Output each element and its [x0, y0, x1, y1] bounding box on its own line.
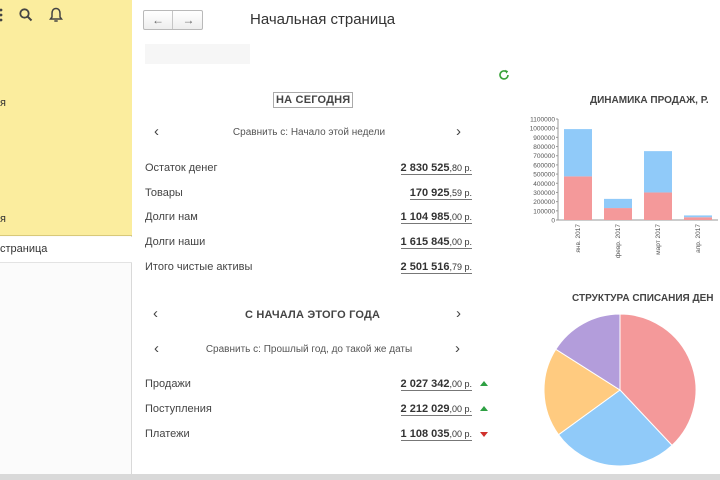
today-next-chevron-icon[interactable]: › — [456, 124, 461, 140]
forward-button[interactable]: → — [174, 11, 203, 29]
sidebar: я я страница — [0, 0, 132, 480]
value-decimal: ,00 р. — [449, 429, 472, 439]
y-tick-label: 600000 — [533, 162, 555, 169]
bar-segment[interactable] — [604, 208, 632, 220]
bar-segment[interactable] — [684, 217, 712, 220]
row-label: Долги нам — [145, 211, 198, 223]
y-tick-label: 300000 — [533, 190, 555, 197]
value-integer: 1 108 035 — [400, 428, 450, 440]
trend-up-icon — [480, 406, 488, 411]
y-tick-label: 400000 — [533, 181, 555, 188]
value-integer: 170 925 — [409, 187, 450, 199]
bottom-scroll-strip — [0, 474, 720, 480]
value-integer: 2 830 525 — [400, 162, 450, 174]
value-decimal: ,80 р. — [449, 163, 472, 173]
sidebar-tab-label: страница — [0, 243, 48, 255]
bar-segment[interactable] — [604, 198, 632, 209]
menu-icon[interactable] — [0, 6, 14, 24]
sidebar-section-label[interactable]: я — [0, 213, 6, 225]
x-tick-label: апр. 2017 — [695, 224, 702, 253]
value-decimal: ,00 р. — [449, 212, 472, 222]
y-tick-label: 800000 — [533, 144, 555, 151]
y-tick-label: 1100000 — [530, 117, 555, 124]
today-section-title[interactable]: НА СЕГОДНЯ — [273, 92, 354, 108]
trend-down-icon — [480, 432, 488, 437]
row-label: Долги наши — [145, 236, 206, 248]
history-nav: ← → — [143, 10, 203, 30]
bar-segment[interactable] — [644, 192, 672, 220]
value-decimal: ,79 р. — [449, 262, 472, 272]
row-label: Продажи — [145, 378, 191, 390]
row-label: Поступления — [145, 403, 212, 415]
page-title: Начальная страница — [250, 11, 396, 28]
bar-segment[interactable] — [684, 215, 712, 218]
trend-up-icon — [480, 381, 488, 386]
bar-segment[interactable] — [644, 151, 672, 193]
value-integer: 2 027 342 — [400, 378, 450, 390]
x-tick-label: янв. 2017 — [575, 224, 582, 253]
sidebar-section-label[interactable]: я — [0, 97, 6, 109]
search-icon[interactable] — [17, 6, 35, 24]
y-tick-label: 500000 — [533, 172, 555, 179]
x-tick-label: февр. 2017 — [615, 224, 622, 258]
y-tick-label: 100000 — [533, 208, 555, 215]
value-decimal: ,00 р. — [449, 237, 472, 247]
value-integer: 1 104 985 — [400, 211, 450, 223]
value-integer: 1 615 845 — [400, 236, 450, 248]
placeholder-bar — [145, 44, 250, 64]
year-compare-prev-chevron-icon[interactable]: ‹ — [154, 341, 159, 357]
y-tick-label: 900000 — [533, 135, 555, 142]
y-tick-label: 200000 — [533, 199, 555, 206]
y-tick-label: 1000000 — [530, 126, 556, 133]
app-window: я я страница ← → Начальная страница НА С… — [0, 0, 720, 480]
row-value[interactable]: 2 830 525,80 р. — [400, 162, 472, 175]
y-tick-label: 0 — [551, 218, 555, 225]
row-label: Итого чистые активы — [145, 261, 253, 273]
x-tick-label: март 2017 — [655, 224, 662, 255]
year-prev-chevron-icon[interactable]: ‹ — [153, 306, 158, 322]
row-value[interactable]: 1 108 035,00 р. — [400, 428, 472, 441]
sales-chart-title: ДИНАМИКА ПРОДАЖ, Р. — [590, 95, 709, 106]
value-integer: 2 501 516 — [400, 261, 450, 273]
row-value[interactable]: 170 925,59 р. — [409, 187, 472, 200]
row-value[interactable]: 2 212 029,00 р. — [400, 403, 472, 416]
value-integer: 2 212 029 — [400, 403, 450, 415]
row-value[interactable]: 2 027 342,00 р. — [400, 378, 472, 391]
row-label: Товары — [145, 187, 183, 199]
row-value[interactable]: 1 104 985,00 р. — [400, 211, 472, 224]
value-decimal: ,00 р. — [449, 379, 472, 389]
year-section-title[interactable]: С НАЧАЛА ЭТОГО ГОДА — [245, 309, 380, 321]
year-next-chevron-icon[interactable]: › — [456, 306, 461, 322]
sales-bar-chart: 1100000100000090000080000070000060000050… — [530, 117, 718, 258]
row-value[interactable]: 2 501 516,79 р. — [400, 261, 472, 274]
row-value[interactable]: 1 615 845,00 р. — [400, 236, 472, 249]
today-compare-label[interactable]: Сравнить с: Начало этой недели — [170, 127, 448, 138]
back-button[interactable]: ← — [144, 11, 173, 29]
sidebar-sections-panel: я я — [0, 0, 132, 236]
sidebar-toolbar — [0, 6, 132, 26]
row-label: Остаток денег — [145, 162, 218, 174]
y-tick-label: 700000 — [533, 153, 555, 160]
value-decimal: ,00 р. — [449, 404, 472, 414]
refresh-icon[interactable] — [497, 68, 511, 82]
bell-icon[interactable] — [47, 6, 65, 24]
sidebar-tab-home[interactable]: страница — [0, 237, 132, 263]
bar-segment[interactable] — [564, 176, 592, 220]
writeoff-pie-chart — [543, 313, 697, 467]
value-decimal: ,59 р. — [449, 188, 472, 198]
row-label: Платежи — [145, 428, 190, 440]
bar-segment[interactable] — [564, 129, 592, 177]
year-compare-next-chevron-icon[interactable]: › — [455, 341, 460, 357]
today-prev-chevron-icon[interactable]: ‹ — [154, 124, 159, 140]
year-compare-label[interactable]: Сравнить с: Прошлый год, до такой же дат… — [170, 344, 448, 355]
writeoff-chart-title: СТРУКТУРА СПИСАНИЯ ДЕН — [572, 293, 714, 304]
